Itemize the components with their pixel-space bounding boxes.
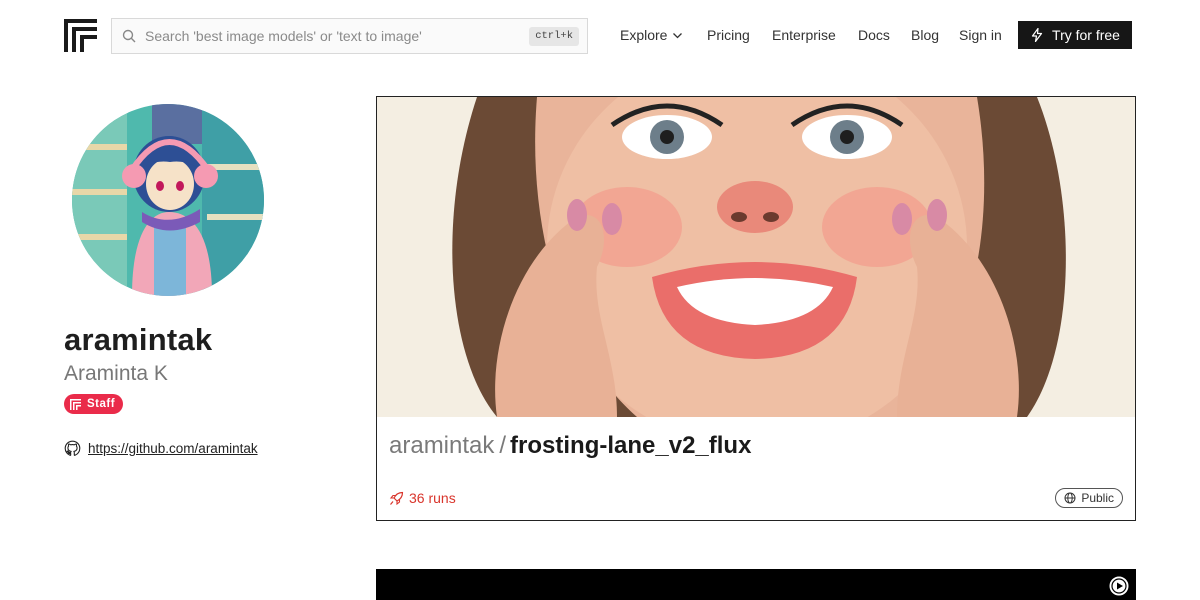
title-separator: / [499,432,507,459]
try-for-free-label: Try for free [1052,27,1120,43]
rocket-icon [389,491,404,505]
nav-blog[interactable]: Blog [911,27,939,43]
logo-icon [70,398,81,410]
model-title[interactable]: aramintak / frosting-lane_v2_flux [389,432,751,460]
profile-full-name: Araminta K [64,362,168,385]
nav-docs[interactable]: Docs [858,27,890,43]
run-count: 36 runs [389,490,456,506]
github-icon [64,440,81,456]
try-for-free-button[interactable]: Try for free [1018,21,1132,49]
search-icon [122,29,136,43]
globe-icon [1064,492,1076,504]
profile-username: aramintak [64,322,213,357]
chevron-down-icon [673,33,683,39]
run-count-label: 36 runs [409,490,456,506]
nav-explore[interactable]: Explore [620,27,683,43]
model-card[interactable]: aramintak / frosting-lane_v2_flux 36 runs … [376,96,1136,521]
nav-explore-label: Explore [620,27,668,43]
lightning-icon [1031,28,1043,42]
model-owner[interactable]: aramintak [389,432,494,459]
search-input[interactable] [145,28,525,44]
model-name[interactable]: frosting-lane_v2_flux [510,432,751,459]
staff-badge-label: Staff [87,398,116,410]
visibility-badge: Public [1055,488,1123,508]
search-shortcut: ctrl+k [529,27,579,46]
github-link-row: https://github.com/aramintak [64,440,258,457]
avatar [72,104,264,296]
github-link[interactable]: https://github.com/aramintak [88,441,258,456]
nav-enterprise[interactable]: Enterprise [772,27,836,43]
model-card-preview[interactable] [376,569,1136,600]
nav-signin[interactable]: Sign in [959,27,1002,43]
nav-pricing[interactable]: Pricing [707,27,750,43]
model-cover-image [377,97,1135,417]
play-icon[interactable] [1108,575,1130,597]
staff-badge: Staff [64,394,124,414]
logo-icon[interactable] [64,19,97,52]
search-box[interactable]: ctrl+k [111,18,588,54]
top-header: ctrl+k Explore Pricing Enterprise Docs B… [0,0,1200,72]
visibility-label: Public [1081,491,1114,505]
